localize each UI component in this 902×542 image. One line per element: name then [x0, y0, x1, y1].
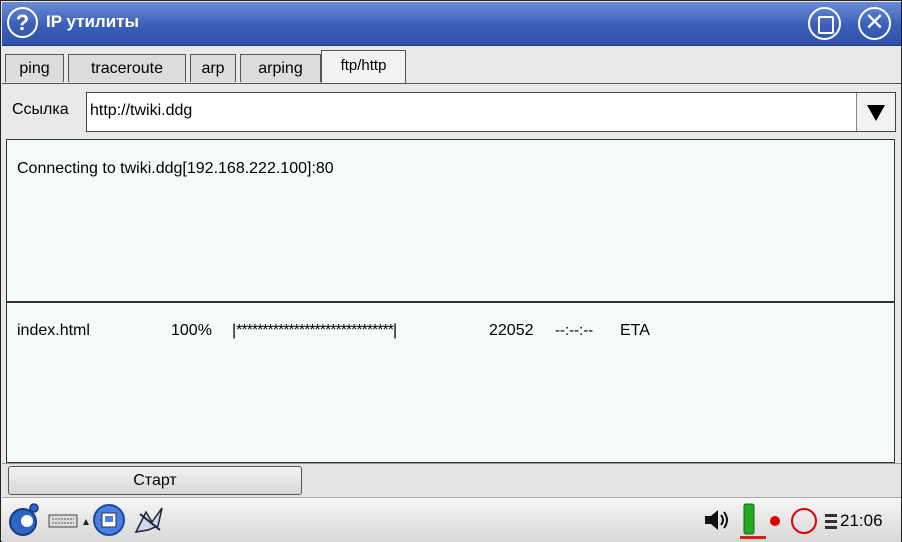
bar-close: |: [392, 322, 398, 339]
download-percent: 100%: [171, 322, 212, 339]
download-eta-time: --:--:--: [555, 322, 594, 339]
progress-bar-text: |******************************|: [232, 322, 397, 340]
network-icon: [825, 514, 837, 529]
clock: 21:06: [840, 511, 883, 530]
tool-icon[interactable]: [132, 504, 168, 536]
app-icon[interactable]: [92, 503, 126, 537]
download-output: index.html 100% |***********************…: [6, 302, 895, 463]
arrow-up-icon[interactable]: [82, 518, 90, 526]
keyboard-icon[interactable]: [48, 513, 78, 529]
tab-arp[interactable]: arp: [190, 54, 236, 82]
download-eta-label: ETA: [620, 322, 650, 339]
tab-traceroute[interactable]: traceroute: [68, 54, 186, 82]
window-title: IP утилиты: [46, 12, 140, 31]
download-bytes: 22052: [489, 322, 534, 339]
circle-icon[interactable]: [789, 506, 819, 536]
battery-icon: [740, 503, 766, 539]
window: ? IP утилиты ✕ ping traceroute arp arpin…: [0, 0, 902, 542]
speaker-icon[interactable]: [702, 506, 732, 534]
menu-icon[interactable]: [6, 502, 40, 538]
connect-line: Connecting to twiki.ddg[192.168.222.100]…: [17, 160, 334, 177]
record-dot-icon: [770, 516, 780, 526]
download-filename: index.html: [17, 322, 90, 339]
connection-output: Connecting to twiki.ddg[192.168.222.100]…: [6, 139, 895, 302]
start-button[interactable]: Старт: [8, 466, 302, 495]
tabs-divider: [2, 83, 901, 84]
dropdown-arrow-icon[interactable]: [856, 93, 895, 131]
taskbar: 21:06: [2, 497, 901, 542]
button-strip: Старт: [2, 463, 901, 497]
link-input[interactable]: http://twiki.ddg: [90, 102, 192, 120]
maximize-icon[interactable]: [808, 7, 841, 40]
tab-ping[interactable]: ping: [5, 54, 64, 82]
help-icon[interactable]: ?: [7, 7, 38, 38]
link-label: Ссылка: [12, 101, 69, 118]
link-combobox[interactable]: http://twiki.ddg: [86, 92, 896, 132]
close-icon[interactable]: ✕: [858, 7, 891, 40]
tab-arping[interactable]: arping: [240, 54, 321, 82]
tab-ftp-http[interactable]: ftp/http: [321, 50, 406, 83]
title-bar: ? IP утилиты ✕: [2, 2, 901, 46]
bar-stars: ******************************: [236, 322, 394, 339]
